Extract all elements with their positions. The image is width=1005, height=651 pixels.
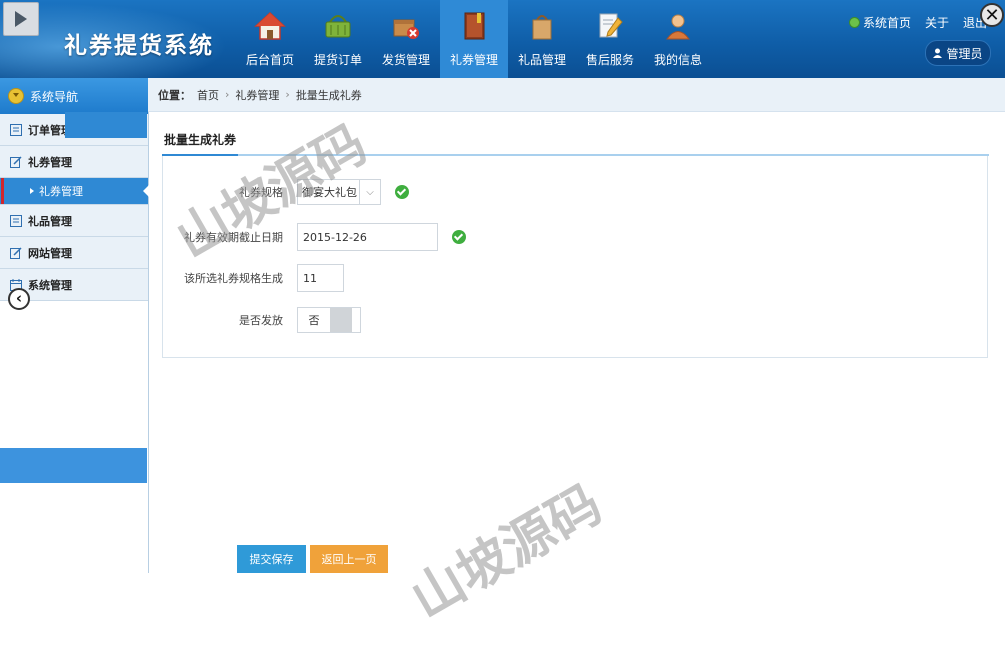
sidebar-empty	[0, 483, 147, 651]
nav-service-label: 售后服务	[585, 53, 634, 67]
sidebar-overlay-patch	[65, 112, 147, 138]
person-icon	[666, 14, 690, 40]
watermark-text: 山坡源码	[401, 474, 612, 631]
count-input[interactable]: 11	[297, 264, 344, 292]
sidebar-subitem-coupons[interactable]: 礼券管理	[0, 178, 149, 205]
nav-orders-label: 提货订单	[313, 53, 362, 67]
check-icon	[452, 230, 466, 244]
form-title[interactable]: 批量生成礼券	[162, 131, 239, 156]
gift-bag-icon	[532, 15, 552, 40]
collapse-sidebar-icon[interactable]: ‹	[8, 288, 30, 310]
user-badge[interactable]: 管理员	[925, 40, 991, 66]
pencil-doc-icon	[599, 13, 623, 38]
breadcrumb-coupons[interactable]: 礼券管理	[235, 87, 279, 103]
chevron-down-icon: ⌵	[359, 180, 380, 204]
spec-value: 御宴大礼包	[302, 186, 357, 199]
sidebar-header: 系统导航	[0, 78, 148, 114]
row-spec: 礼券规格 御宴大礼包 ⌵	[163, 177, 409, 207]
nav-circle-icon	[8, 88, 24, 104]
sidebar-item-label: 网站管理	[28, 246, 72, 260]
nav-coupons[interactable]: 礼券管理	[440, 0, 508, 78]
issue-toggle[interactable]: 否	[297, 307, 361, 333]
edit-icon	[10, 155, 22, 168]
home-link-label: 系统首页	[862, 15, 911, 30]
chevron-right-icon: ›	[285, 88, 290, 101]
play-icon[interactable]	[3, 2, 39, 36]
form-panel: 礼券规格 御宴大礼包 ⌵ 礼券有效期截止日期 2015-12-26 该所选礼券规…	[162, 156, 988, 358]
breadcrumb: 位置： 首页 › 礼券管理 › 批量生成礼券	[148, 78, 1005, 112]
sidebar-subitem-label: 礼券管理	[39, 185, 83, 198]
nav-profile[interactable]: 我的信息	[644, 0, 712, 78]
sidebar-item-gifts[interactable]: 礼品管理	[0, 205, 148, 237]
close-icon[interactable]: ✕	[980, 3, 1004, 27]
expire-date-input[interactable]: 2015-12-26	[297, 223, 438, 251]
nav-shipping-label: 发货管理	[381, 53, 430, 67]
home-icon	[254, 11, 286, 40]
sidebar-bar	[0, 448, 147, 483]
back-button[interactable]: 返回上一页	[310, 545, 388, 573]
list-icon	[10, 214, 22, 227]
row-issue: 是否发放 否	[163, 305, 361, 335]
submit-button[interactable]: 提交保存	[237, 545, 306, 573]
sidebar-item-label: 礼券管理	[28, 155, 72, 169]
issue-toggle-value: 否	[308, 314, 320, 327]
nav-gifts[interactable]: 礼品管理	[508, 0, 576, 78]
breadcrumb-prefix: 位置：	[158, 88, 191, 102]
sidebar-item-coupons[interactable]: 礼券管理	[0, 146, 148, 178]
home-link[interactable]: 系统首页	[848, 14, 911, 31]
issue-label: 是否发放	[239, 314, 283, 327]
user-name: 管理员	[946, 46, 983, 61]
user-icon	[933, 48, 943, 58]
row-count: 该所选礼券规格生成 11	[163, 263, 344, 293]
nav-shipping[interactable]: 发货管理	[372, 0, 440, 78]
row-expire: 礼券有效期截止日期 2015-12-26	[163, 222, 466, 252]
watermark: 山坡源码	[395, 463, 613, 632]
count-label: 该所选礼券规格生成	[184, 272, 283, 285]
sidebar-item-label: 礼品管理	[28, 214, 72, 228]
breadcrumb-home[interactable]: 首页	[197, 87, 219, 103]
main-nav: 后台首页 提货订单 发货管理 礼券管理 礼品管理 售后服务 我的信息	[236, 0, 712, 78]
nav-coupons-label: 礼券管理	[449, 53, 498, 67]
top-header: 礼券提货系统 后台首页 提货订单 发货管理 礼券管理 礼品管理 售后服务 我的信…	[0, 0, 1005, 78]
nav-home-label: 后台首页	[245, 53, 294, 67]
breadcrumb-current: 批量生成礼券	[295, 88, 362, 102]
form-tab-bar: 批量生成礼券	[162, 126, 989, 156]
edit-icon	[10, 246, 22, 259]
package-icon	[393, 19, 419, 39]
basket-icon	[325, 15, 351, 38]
spec-select[interactable]: 御宴大礼包 ⌵	[297, 179, 381, 205]
book-icon	[464, 12, 485, 40]
sidebar-item-label: 系统管理	[28, 278, 72, 292]
sidebar: 系统导航 订单管理 礼券管理 礼券管理 礼品管理 网站管理 系统管理	[0, 78, 149, 651]
home-link-icon	[848, 16, 860, 28]
list-icon	[10, 123, 22, 136]
nav-home[interactable]: 后台首页	[236, 0, 304, 78]
nav-orders[interactable]: 提货订单	[304, 0, 372, 78]
toggle-knob	[330, 308, 352, 332]
app-title: 礼券提货系统	[64, 33, 214, 59]
nav-gifts-label: 礼品管理	[517, 53, 566, 67]
about-link[interactable]: 关于	[925, 14, 949, 31]
expire-label: 礼券有效期截止日期	[184, 231, 283, 244]
sidebar-header-label: 系统导航	[30, 89, 79, 104]
check-icon	[395, 185, 409, 199]
nav-profile-label: 我的信息	[653, 53, 702, 67]
spec-label: 礼券规格	[239, 186, 283, 199]
sidebar-item-website[interactable]: 网站管理	[0, 237, 148, 269]
caret-right-icon	[30, 188, 34, 194]
nav-service[interactable]: 售后服务	[576, 0, 644, 78]
chevron-right-icon: ›	[225, 88, 230, 101]
